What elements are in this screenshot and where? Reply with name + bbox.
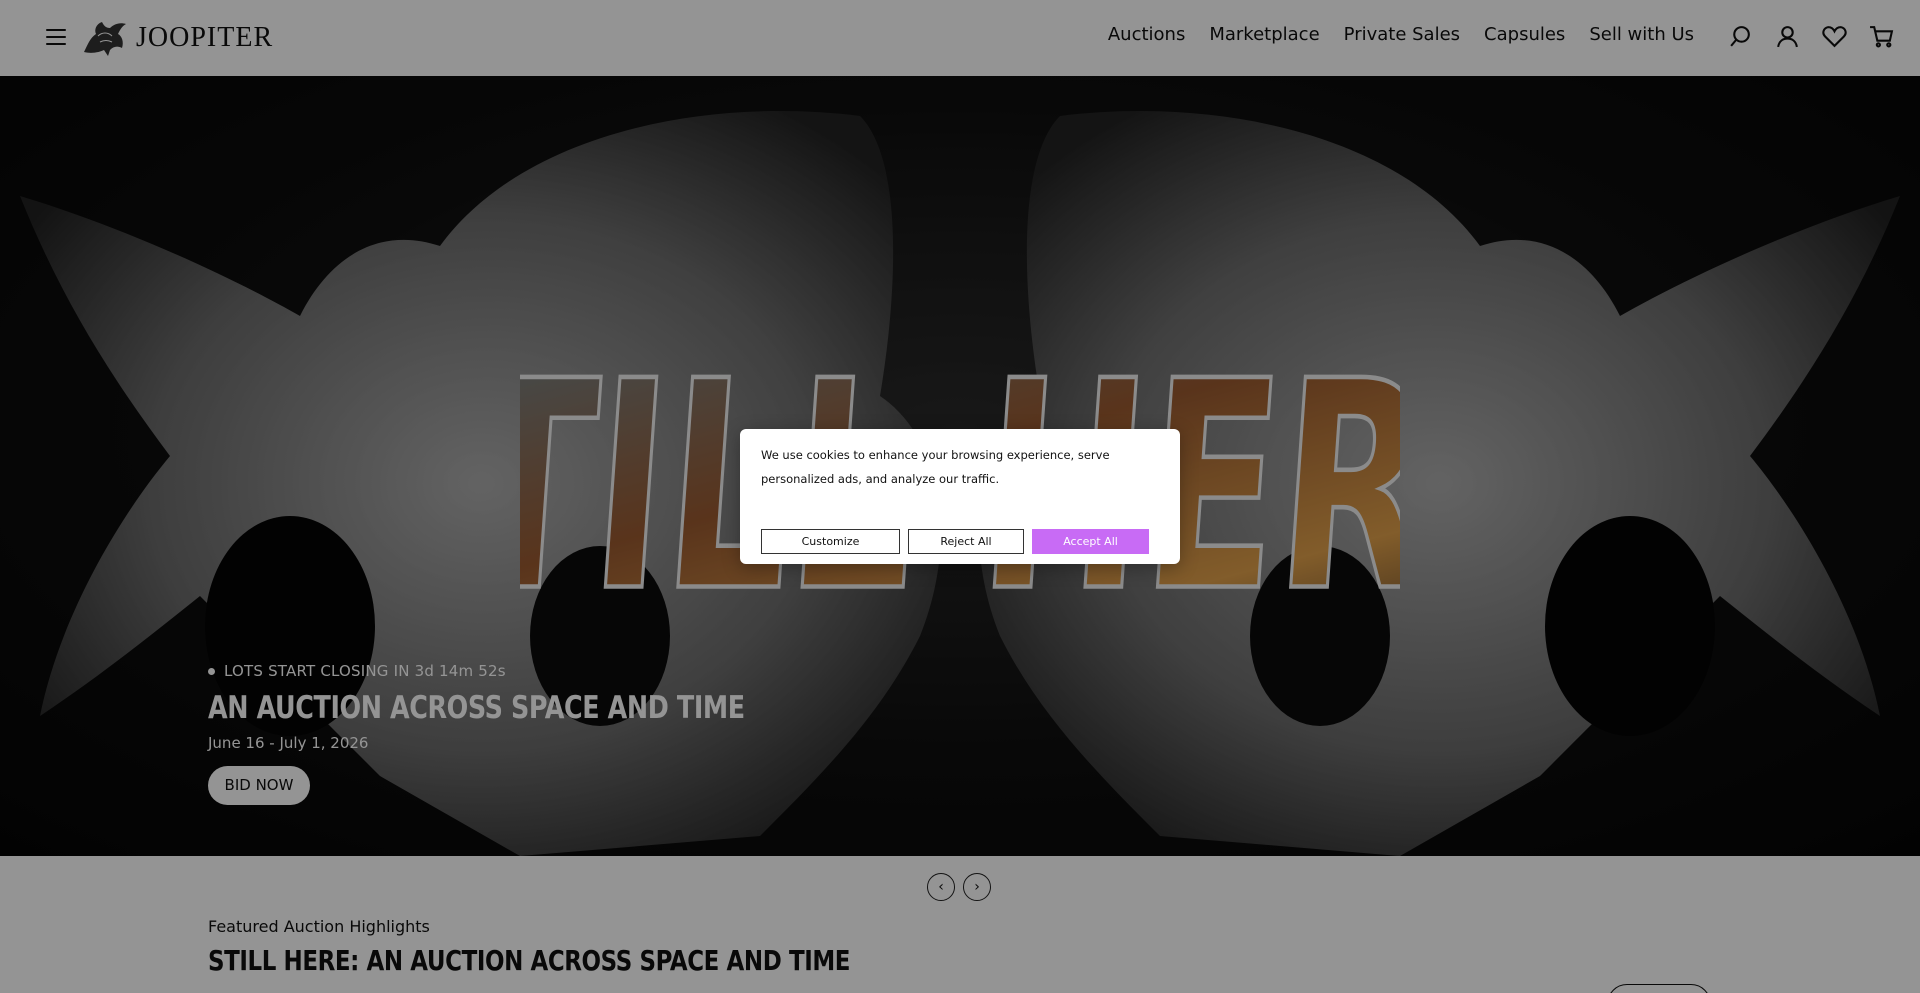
- cookie-consent-dialog: We use cookies to enhance your browsing …: [740, 429, 1180, 564]
- cookie-text: We use cookies to enhance your browsing …: [761, 448, 1110, 486]
- reject-all-button[interactable]: Reject All: [908, 529, 1024, 554]
- accept-all-button[interactable]: Accept All: [1032, 529, 1149, 554]
- customize-button[interactable]: Customize: [761, 529, 900, 554]
- customize-label: Customize: [801, 535, 860, 548]
